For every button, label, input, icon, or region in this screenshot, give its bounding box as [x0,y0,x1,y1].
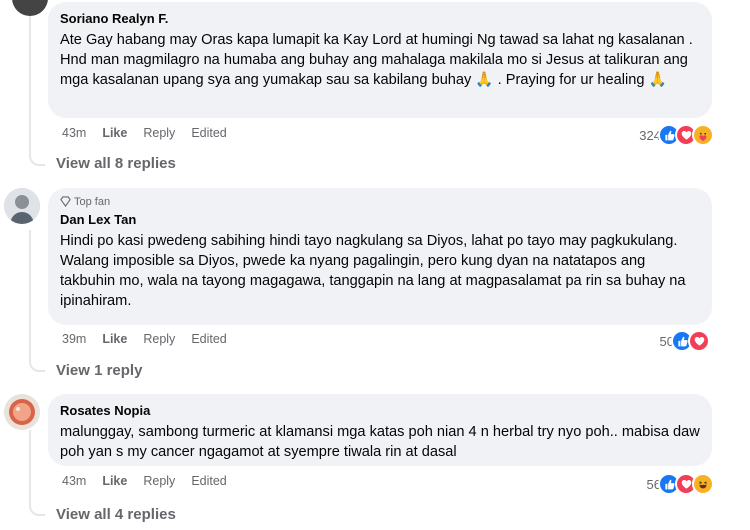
edited-label[interactable]: Edited [191,474,226,488]
comment-text: malunggay, sambong turmeric at klamansi … [60,424,700,460]
comment-author[interactable]: Dan Lex Tan [60,211,700,228]
avatar[interactable] [4,188,40,224]
like-button[interactable]: Like [102,474,127,488]
love-icon [688,330,710,352]
reaction-summary[interactable]: 56 [647,473,714,495]
comment-bubble: Soriano Realyn F. Ate Gay habang may Ora… [48,2,712,118]
comment-text: Ate Gay habang may Oras kapa lumapit ka … [60,30,700,90]
comment-bubble: Top fan Dan Lex Tan Hindi po kasi pweden… [48,188,712,325]
badge-label: Top fan [74,196,111,208]
thread-hook [29,150,45,166]
comment-bubble: Rosates Nopia malunggay, sambong turmeri… [48,394,712,466]
comment-author[interactable]: Soriano Realyn F. [60,10,700,27]
comment-text: Hindi po kasi pwedeng sabihing hindi tay… [60,233,686,309]
thread-line [29,430,31,500]
reply-button[interactable]: Reply [143,332,175,346]
timestamp[interactable]: 43m [62,474,86,488]
avatar[interactable] [4,394,40,430]
comment-actions: 43m Like Reply Edited [62,126,243,140]
thread-line [29,0,31,150]
like-button[interactable]: Like [102,332,127,346]
like-button[interactable]: Like [102,126,127,140]
comment-actions: 43m Like Reply Edited [62,474,243,488]
reaction-summary[interactable]: 50 [660,330,710,352]
top-fan-badge: Top fan [60,196,700,209]
comment-actions: 39m Like Reply Edited [62,332,243,346]
view-replies-link[interactable]: View 1 reply [56,362,142,379]
thread-hook [29,500,45,516]
thread-hook [29,356,45,372]
care-icon [692,124,714,146]
reaction-summary[interactable]: 324 [639,124,714,146]
diamond-icon [60,196,71,208]
comment-text-content: Ate Gay habang may Oras kapa lumapit ka … [60,32,693,88]
avatar[interactable] [12,0,48,16]
timestamp[interactable]: 43m [62,126,86,140]
thread-line [29,230,31,356]
view-replies-link[interactable]: View all 8 replies [56,155,176,172]
reply-button[interactable]: Reply [143,474,175,488]
comment-author[interactable]: Rosates Nopia [60,402,700,419]
view-replies-link[interactable]: View all 4 replies [56,506,176,523]
edited-label[interactable]: Edited [191,332,226,346]
timestamp[interactable]: 39m [62,332,86,346]
reply-button[interactable]: Reply [143,126,175,140]
edited-label[interactable]: Edited [191,126,226,140]
haha-icon [692,473,714,495]
